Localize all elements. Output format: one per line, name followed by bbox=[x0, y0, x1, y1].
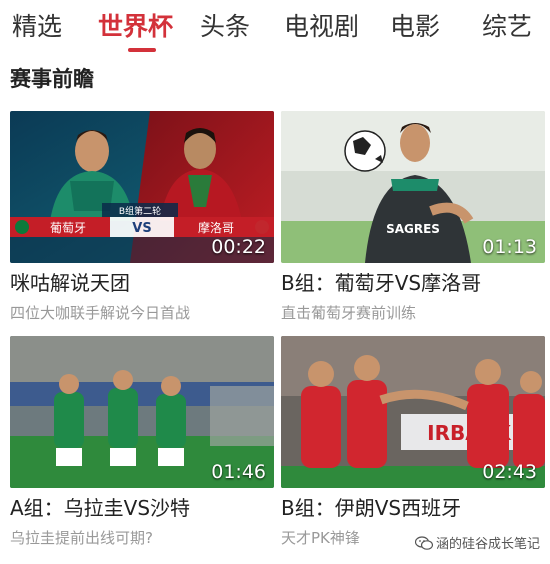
tab-movies[interactable]: 电影 bbox=[390, 10, 440, 44]
video-thumbnail[interactable]: 01:46 bbox=[10, 336, 274, 488]
watermark-text: 涵的硅谷成长笔记 bbox=[435, 537, 540, 552]
jersey-sponsor-text: SAGRES bbox=[386, 222, 440, 236]
video-subtitle: 四位大咖联手解说今日首战 bbox=[10, 304, 191, 322]
section-title: 赛事前瞻 bbox=[10, 67, 94, 91]
video-thumbnail[interactable]: SAGRES 01:13 bbox=[281, 111, 545, 263]
tab-variety[interactable]: 综艺 bbox=[482, 10, 532, 44]
wechat-icon bbox=[414, 536, 433, 550]
video-thumbnail[interactable]: IRBACK 02:43 bbox=[281, 336, 545, 488]
video-duration: 01:13 bbox=[482, 236, 537, 258]
video-subtitle: 天才PK神锋 bbox=[281, 529, 360, 547]
vs-label: VS bbox=[132, 221, 151, 236]
video-title[interactable]: 咪咕解说天团 bbox=[10, 269, 130, 297]
team-left-label: 葡萄牙 bbox=[50, 221, 86, 235]
tab-featured[interactable]: 精选 bbox=[12, 10, 62, 44]
video-title[interactable]: B组：葡萄牙VS摩洛哥 bbox=[281, 269, 481, 297]
tab-headlines[interactable]: 头条 bbox=[200, 10, 250, 44]
tab-world-cup[interactable]: 世界杯 bbox=[98, 10, 173, 44]
video-title[interactable]: B组：伊朗VS西班牙 bbox=[281, 494, 461, 522]
active-tab-indicator bbox=[128, 48, 156, 52]
team-right-label: 摩洛哥 bbox=[198, 220, 234, 235]
video-thumbnail[interactable]: B组第二轮 葡萄牙 VS 摩洛哥 00:22 bbox=[10, 111, 274, 263]
watermark: 涵的硅谷成长笔记 bbox=[414, 533, 540, 552]
morocco-flag-icon bbox=[255, 220, 269, 234]
tab-tv-series[interactable]: 电视剧 bbox=[284, 10, 359, 44]
video-subtitle: 乌拉圭提前出线可期? bbox=[10, 529, 153, 547]
video-subtitle: 直击葡萄牙赛前训练 bbox=[281, 304, 417, 322]
round-label: B组第二轮 bbox=[119, 205, 161, 217]
portugal-flag-icon bbox=[15, 220, 29, 234]
video-title[interactable]: A组：乌拉圭VS沙特 bbox=[10, 494, 190, 522]
video-duration: 02:43 bbox=[482, 461, 537, 483]
video-duration: 01:46 bbox=[211, 461, 266, 483]
top-tab-bar: 精选 世界杯 头条 电视剧 电影 综艺 bbox=[0, 0, 550, 58]
video-duration: 00:22 bbox=[211, 236, 266, 258]
